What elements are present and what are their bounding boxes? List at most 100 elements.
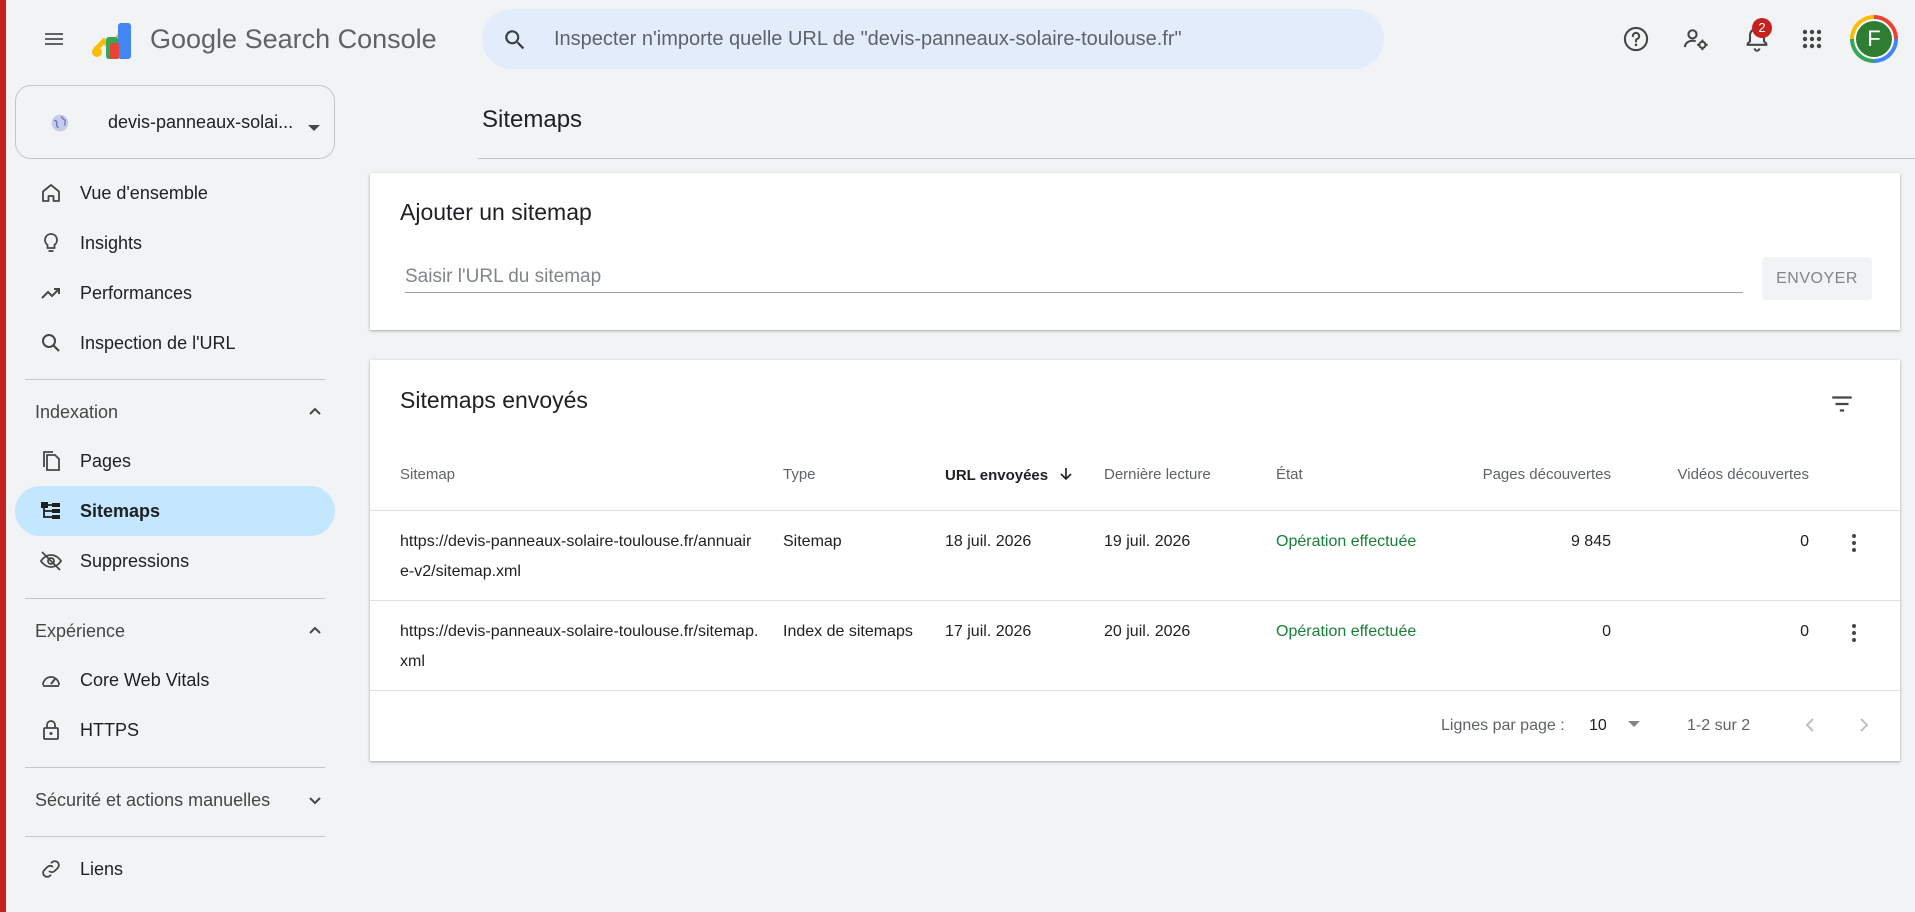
- search-icon: [39, 331, 63, 355]
- nav-core-web-vitals[interactable]: Core Web Vitals: [15, 655, 335, 705]
- apps-grid-icon[interactable]: [1788, 15, 1836, 63]
- rows-per-page-value: 10: [1589, 717, 1607, 734]
- col-pages[interactable]: Pages découvertes: [1430, 466, 1611, 483]
- lock-icon: [39, 718, 63, 742]
- cell-last-read: 19 juil. 2026: [1104, 533, 1191, 550]
- section-title: Indexation: [35, 402, 119, 422]
- cell-state: Opération effectuée: [1276, 623, 1417, 640]
- nav-label: Inspection de l'URL: [80, 333, 236, 353]
- chevron-right-icon[interactable]: [1852, 713, 1876, 742]
- notification-badge: 2: [1752, 18, 1772, 38]
- submitted-sitemaps-card: Sitemaps envoyés Sitemap Type URL envoyé…: [370, 360, 1900, 761]
- col-submitted[interactable]: URL envoyées: [945, 466, 1074, 484]
- nav-label: Core Web Vitals: [80, 670, 210, 690]
- user-settings-icon[interactable]: [1672, 15, 1720, 63]
- sidebar-divider: [25, 379, 325, 380]
- nav-https[interactable]: HTTPS: [15, 705, 335, 755]
- chevron-down-icon: [303, 788, 327, 817]
- gauge-icon: [39, 668, 63, 692]
- section-security[interactable]: Sécurité et actions manuelles: [15, 780, 335, 820]
- chevron-up-icon: [303, 400, 327, 429]
- help-icon[interactable]: [1612, 15, 1660, 63]
- cell-submitted: 18 juil. 2026: [945, 533, 1032, 550]
- chevron-left-icon[interactable]: [1798, 713, 1822, 742]
- nav-sitemaps[interactable]: Sitemaps: [15, 486, 335, 536]
- nav-removals[interactable]: Suppressions: [15, 536, 335, 586]
- col-last-read[interactable]: Dernière lecture: [1104, 466, 1211, 483]
- col-sitemap[interactable]: Sitemap: [400, 466, 455, 483]
- section-indexing[interactable]: Indexation: [15, 392, 335, 432]
- cell-type: Index de sitemaps: [783, 623, 913, 640]
- section-title: Sécurité et actions manuelles: [35, 790, 271, 810]
- section-title: Expérience: [35, 621, 126, 641]
- sidebar-divider: [25, 767, 325, 768]
- pagination-range: 1-2 sur 2: [1687, 717, 1751, 734]
- sort-arrow-down-icon: [1060, 468, 1072, 481]
- cell-sitemap[interactable]: https://devis-panneaux-solaire-toulouse.…: [400, 617, 760, 677]
- property-selector[interactable]: devis-panneaux-solai...: [15, 85, 335, 159]
- nav-label: Pages: [80, 451, 132, 471]
- property-name: devis-panneaux-solai...: [108, 112, 294, 132]
- rows-per-page-select[interactable]: 10: [1589, 717, 1641, 735]
- nav-label: Insights: [80, 233, 143, 253]
- globe-icon: [50, 113, 70, 138]
- sitemap-url-input[interactable]: [405, 261, 1743, 293]
- nav-performance[interactable]: Performances: [15, 268, 335, 318]
- pages-icon: [39, 449, 63, 473]
- submit-sitemap-button[interactable]: ENVOYER: [1762, 257, 1872, 300]
- chevron-up-icon: [303, 619, 327, 648]
- sidebar-divider: [25, 598, 325, 599]
- cell-videos: 0: [1800, 623, 1809, 640]
- table-row[interactable]: https://devis-panneaux-solaire-toulouse.…: [370, 600, 1900, 690]
- search-icon: [502, 27, 528, 58]
- url-inspect-search[interactable]: Inspecter n'importe quelle URL de "devis…: [482, 9, 1384, 69]
- menu-icon[interactable]: [30, 15, 78, 63]
- nav-links[interactable]: Liens: [15, 844, 335, 894]
- cell-videos: 0: [1800, 533, 1809, 550]
- card-title: Sitemaps envoyés: [400, 387, 588, 413]
- brand-title: Google Search Console: [150, 24, 437, 54]
- rows-per-page-label: Lignes par page :: [1441, 717, 1565, 734]
- nav-url-inspection[interactable]: Inspection de l'URL: [15, 318, 335, 368]
- nav-label: Vue d'ensemble: [80, 183, 208, 203]
- search-placeholder: Inspecter n'importe quelle URL de "devis…: [554, 28, 1182, 50]
- nav-pages[interactable]: Pages: [15, 436, 335, 486]
- lightbulb-icon: [39, 231, 63, 255]
- trending-up-icon: [39, 281, 63, 305]
- table-footer-divider: [370, 690, 1900, 691]
- caret-down-icon: [1628, 721, 1641, 727]
- nav-insights[interactable]: Insights: [15, 218, 335, 268]
- account-avatar[interactable]: F: [1850, 15, 1898, 63]
- nav-label: HTTPS: [80, 720, 140, 740]
- nav-label: Liens: [80, 859, 124, 879]
- title-divider: [478, 158, 1915, 159]
- add-sitemap-card: Ajouter un sitemap ENVOYER: [370, 173, 1900, 330]
- col-videos[interactable]: Vidéos découvertes: [1620, 466, 1809, 483]
- col-type[interactable]: Type: [783, 466, 816, 483]
- more-vert-icon[interactable]: [1838, 617, 1870, 649]
- filter-icon[interactable]: [1822, 384, 1862, 424]
- table-row[interactable]: https://devis-panneaux-solaire-toulouse.…: [370, 510, 1900, 600]
- nav-label: Sitemaps: [80, 501, 161, 521]
- section-experience[interactable]: Expérience: [15, 611, 335, 651]
- cell-last-read: 20 juil. 2026: [1104, 623, 1191, 640]
- nav-overview[interactable]: Vue d'ensemble: [15, 168, 335, 218]
- more-vert-icon[interactable]: [1838, 527, 1870, 559]
- sidebar-divider: [25, 836, 325, 837]
- col-state[interactable]: État: [1276, 466, 1303, 483]
- cell-type: Sitemap: [783, 533, 842, 550]
- page-title: Sitemaps: [482, 106, 583, 133]
- sitemap-icon: [39, 499, 63, 523]
- nav-label: Performances: [80, 283, 193, 303]
- link-icon: [39, 857, 63, 881]
- cell-sitemap[interactable]: https://devis-panneaux-solaire-toulouse.…: [400, 527, 760, 587]
- caret-down-icon: [307, 119, 321, 137]
- cell-submitted: 17 juil. 2026: [945, 623, 1032, 640]
- cell-pages: 9 845: [1570, 533, 1611, 550]
- avatar-letter: F: [1854, 19, 1894, 59]
- search-console-logo-icon: [90, 19, 140, 61]
- sidebar: devis-panneaux-solai... Vue d'ensemble I…: [6, 78, 341, 912]
- card-title: Ajouter un sitemap: [400, 199, 592, 225]
- cell-pages: 0: [1602, 623, 1611, 640]
- eye-off-icon: [39, 549, 63, 573]
